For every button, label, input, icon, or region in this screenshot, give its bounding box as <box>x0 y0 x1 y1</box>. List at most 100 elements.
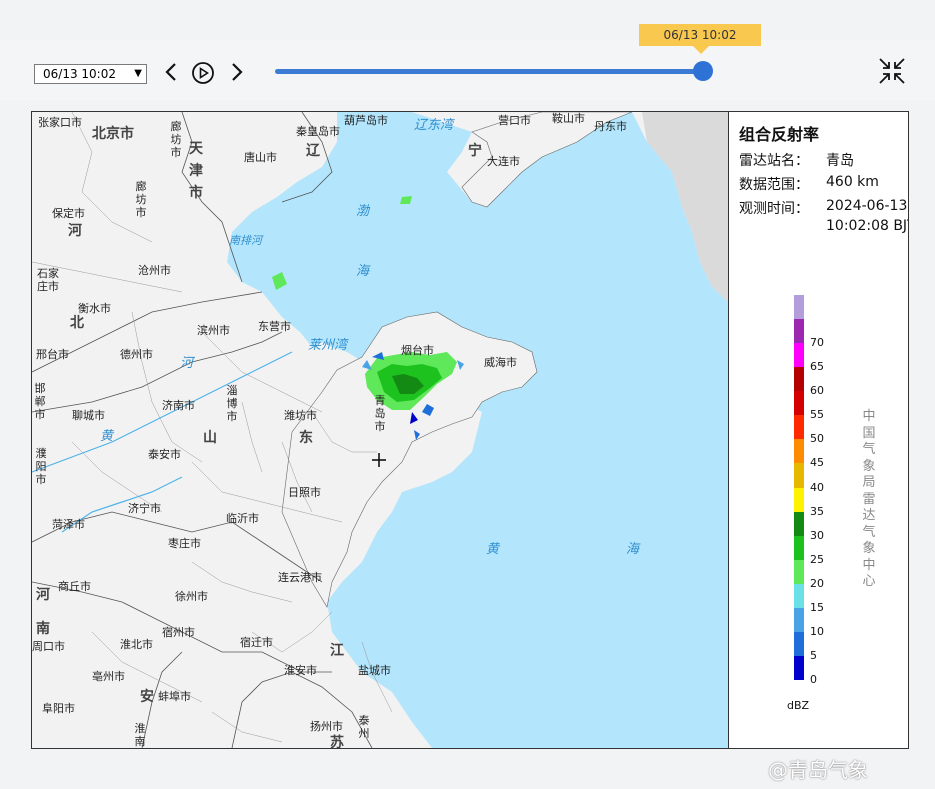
map-label-bengbu: 蚌埠市 <box>158 690 191 703</box>
time-slider-track[interactable] <box>275 69 705 74</box>
scale-segment <box>794 487 804 512</box>
station-row: 雷达站名： 青岛 <box>739 150 854 170</box>
map-label-taizhou: 泰州 <box>358 714 370 740</box>
map-label-jinan: 济南市 <box>162 399 195 412</box>
map-label-bei: 北 <box>70 315 84 331</box>
map-label-fuyang: 阜阳市 <box>42 702 75 715</box>
map-label-huaibei: 淮北市 <box>120 638 153 651</box>
map-label-yingkou: 营口市 <box>498 114 531 127</box>
map-label-beijing: 北京市 <box>92 126 134 142</box>
map-label-he-hebei: 河 <box>68 223 82 239</box>
map-label-xingtai: 邢台市 <box>36 348 69 361</box>
scale-label: 40 <box>810 480 824 494</box>
time-slider-thumb[interactable] <box>693 61 713 81</box>
time-row: 观测时间： 2024-06-13 <box>739 198 907 218</box>
station-value: 青岛 <box>826 153 854 169</box>
map-label-jiang: 江 <box>330 643 344 659</box>
dbz-unit-label: dBZ <box>787 699 810 712</box>
scale-segment <box>794 439 804 464</box>
map-label-puyang: 濮阳市 <box>35 447 47 486</box>
play-circle-icon[interactable] <box>191 61 215 85</box>
map-label-an: 安 <box>140 689 154 705</box>
map-label-weifang: 潍坊市 <box>284 409 317 422</box>
scale-label: 5 <box>810 648 817 662</box>
map-label-nanpaihe: 南排河 <box>229 234 262 247</box>
map-label-dong: 东 <box>299 430 313 446</box>
map-label-qingdao: 青岛市 <box>374 394 386 433</box>
time-label: 观测时间： <box>739 201 809 217</box>
map-label-binzhou: 滨州市 <box>197 324 230 337</box>
scale-segment <box>794 367 804 392</box>
scale-label: 50 <box>810 432 824 446</box>
map-label-dandong: 丹东市 <box>594 120 627 133</box>
map-label-heze: 菏泽市 <box>52 518 85 531</box>
map-label-he-henan: 河 <box>36 587 50 603</box>
time-select-value: 06/13 10:02 <box>43 67 116 81</box>
watermark: @青岛气象 <box>768 758 868 782</box>
station-label: 雷达站名： <box>739 153 809 169</box>
time-value-date: 2024-06-13 <box>826 198 908 214</box>
playback-controls: 06/13 10:02 ▼ <box>0 40 935 100</box>
scale-label: 10 <box>810 624 824 638</box>
scale-segment <box>794 583 804 608</box>
map-label-suzhou: 宿州市 <box>162 626 195 639</box>
map-label-tianjin: 天津市 <box>189 141 203 201</box>
scale-segment <box>794 319 804 344</box>
map-label-langfang: 廊坊市 <box>135 180 147 219</box>
map-label-shangqiu: 商丘市 <box>58 580 91 593</box>
time-select[interactable]: 06/13 10:02 ▼ <box>34 64 147 84</box>
map-label-lianyungang: 连云港市 <box>278 571 322 584</box>
map-label-zaozhuang: 枣庄市 <box>168 537 201 550</box>
map-label-weihai: 威海市 <box>484 356 517 369</box>
dbz-color-scale <box>794 295 804 680</box>
scale-label: 45 <box>810 456 824 470</box>
map-label-anshan: 鞍山市 <box>552 112 585 125</box>
chevron-left-icon[interactable] <box>162 60 180 84</box>
map-label-bozhou: 亳州市 <box>92 670 125 683</box>
scale-segment <box>794 631 804 656</box>
scale-label: 30 <box>810 528 824 542</box>
scale-segment <box>794 607 804 632</box>
range-row: 数据范围： 460 km <box>739 174 879 194</box>
range-value: 460 km <box>826 174 879 190</box>
map-label-cangzhou: 沧州市 <box>138 264 171 277</box>
map-label-huludao: 葫芦岛市 <box>344 114 388 127</box>
time-tooltip: 06/13 10:02 <box>639 24 761 54</box>
scale-label: 35 <box>810 504 824 518</box>
map-label-huang-river: 黄 <box>100 429 114 444</box>
map-label-linyi: 临沂市 <box>226 512 259 525</box>
map-label-ning: 宁 <box>468 143 482 159</box>
scale-label: 55 <box>810 408 824 422</box>
scale-segment <box>794 655 804 680</box>
map-label-tangshan: 唐山市 <box>244 151 277 164</box>
scale-segment <box>794 295 804 320</box>
scale-label: 65 <box>810 360 824 374</box>
scale-label: 0 <box>810 673 817 686</box>
map-label-suqian: 宿迁市 <box>240 636 273 649</box>
radar-map-frame: 张家口市 北京市 廊坊市 唐山市 秦皇岛市 葫芦岛市 辽东湾 营口市 鞍山市 丹… <box>31 111 909 749</box>
map-label-nan-henan: 南 <box>36 621 50 637</box>
map-label-he-river: 河 <box>180 356 194 371</box>
map-label-shan: 山 <box>203 430 217 446</box>
collapse-arrows-icon[interactable] <box>878 57 906 85</box>
range-label: 数据范围： <box>739 177 809 193</box>
legend-title: 组合反射率 <box>739 125 820 144</box>
scale-segment <box>794 559 804 584</box>
legend-panel: 组合反射率 雷达站名： 青岛 数据范围： 460 km 观测时间： 2024-0… <box>728 112 908 748</box>
map-label-huang-sea-hai: 海 <box>626 542 640 557</box>
chevron-down-icon: ▼ <box>134 68 142 79</box>
scale-segment <box>794 511 804 536</box>
map-label-xuzhou: 徐州市 <box>175 590 208 603</box>
scale-segment <box>794 415 804 440</box>
map-label-laizhou-bay: 莱州湾 <box>308 338 348 353</box>
map-label-shijiazhuang: 石家庄市 <box>37 267 59 293</box>
map-label-dongying: 东营市 <box>258 320 291 333</box>
map-label-huaian: 淮安市 <box>284 664 317 677</box>
map-label-langfang-top: 廊坊市 <box>170 120 182 159</box>
scale-label: 20 <box>810 576 824 590</box>
chevron-right-icon[interactable] <box>228 60 246 84</box>
map-label-handan: 邯郸市 <box>34 382 46 421</box>
map-label-liao: 辽 <box>306 143 320 159</box>
radar-map[interactable]: 张家口市 北京市 廊坊市 唐山市 秦皇岛市 葫芦岛市 辽东湾 营口市 鞍山市 丹… <box>32 112 728 748</box>
time-value-clock: 10:02:08 BJT <box>826 218 909 234</box>
